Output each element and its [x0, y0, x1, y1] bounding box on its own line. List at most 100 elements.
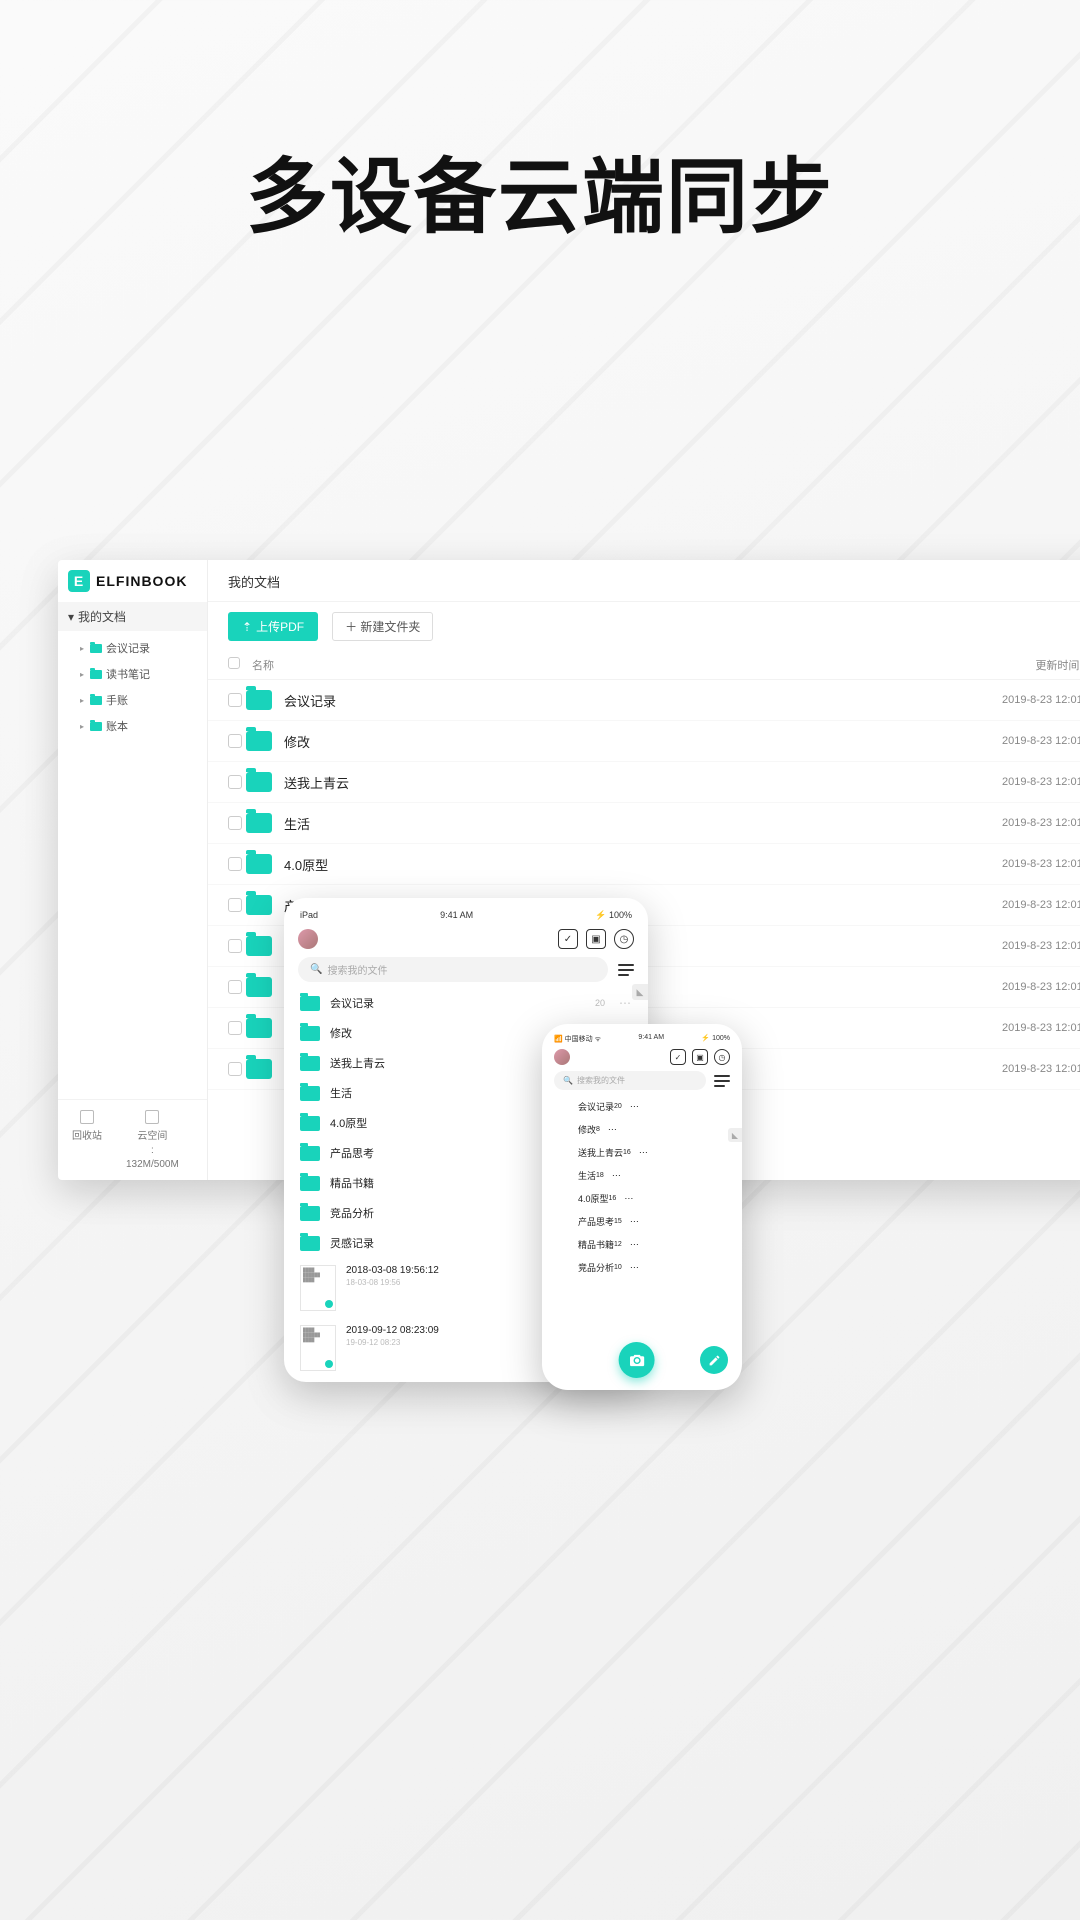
avatar[interactable] — [298, 929, 318, 949]
item-label: 产品思考 — [578, 1215, 614, 1228]
item-count: 18 — [596, 1172, 604, 1179]
trash-link[interactable]: 回收站 — [72, 1110, 102, 1170]
file-name: 会议记录 — [284, 691, 336, 710]
col-name-label[interactable]: 名称 — [252, 657, 948, 673]
new-folder-button[interactable]: ＋ 新建文件夹 — [332, 612, 433, 641]
item-label: 4.0原型 — [578, 1192, 609, 1205]
check-icon[interactable]: ✓ — [558, 929, 578, 949]
sidebar-tree-item[interactable]: 账本 — [62, 713, 203, 739]
row-checkbox[interactable] — [228, 1021, 242, 1035]
more-icon[interactable]: ⋯ — [630, 1239, 639, 1250]
folder-icon — [246, 854, 272, 874]
file-time: 2019-8-23 12:01:23 — [1002, 817, 1080, 829]
search-input[interactable]: 🔍 搜索我的文件 — [554, 1071, 706, 1090]
folder-icon — [300, 996, 320, 1011]
sidebar-tree-item[interactable]: 手账 — [62, 687, 203, 713]
item-count: 20 — [614, 1103, 622, 1110]
folder-icon — [246, 1018, 272, 1038]
avatar[interactable] — [554, 1049, 570, 1065]
clock-icon[interactable]: ◷ — [614, 929, 634, 949]
list-item[interactable]: 精品书籍12⋯ — [554, 1233, 730, 1256]
menu-icon[interactable] — [618, 964, 634, 976]
list-item[interactable]: 产品思考15⋯ — [554, 1210, 730, 1233]
row-checkbox[interactable] — [228, 857, 242, 871]
col-time-label[interactable]: 更新时间 ↓ — [948, 657, 1080, 673]
row-checkbox[interactable] — [228, 775, 242, 789]
more-icon[interactable]: ⋯ — [630, 1216, 639, 1227]
folder-icon — [555, 1101, 570, 1112]
item-label: 生活 — [578, 1169, 596, 1182]
item-label: 会议记录 — [330, 995, 374, 1011]
folder-icon — [300, 1236, 320, 1251]
add-icon[interactable]: ▣ — [692, 1049, 708, 1065]
camera-icon — [628, 1352, 645, 1369]
doc-thumbnail: ██████████████ — [300, 1325, 336, 1371]
more-icon[interactable]: ⋯ — [639, 1147, 648, 1158]
sidebar-footer: 回收站 云空间: 132M/500M — [58, 1099, 207, 1180]
more-icon[interactable]: ⋯ — [619, 996, 632, 1010]
trash-icon — [80, 1110, 94, 1124]
folder-icon — [555, 1239, 570, 1250]
brand-logo[interactable]: E ELFINBOOK — [58, 560, 207, 602]
row-checkbox[interactable] — [228, 734, 242, 748]
more-icon[interactable]: ⋯ — [612, 1170, 621, 1181]
breadcrumb: 我的文档 — [208, 560, 1080, 602]
select-all-checkbox[interactable] — [228, 657, 240, 669]
folder-icon — [300, 1026, 320, 1041]
row-checkbox[interactable] — [228, 693, 242, 707]
cloud-usage[interactable]: 云空间: 132M/500M — [126, 1110, 179, 1170]
row-checkbox[interactable] — [228, 1062, 242, 1076]
table-row[interactable]: 会议记录2019-8-23 12:01:23 — [208, 680, 1080, 721]
row-checkbox[interactable] — [228, 939, 242, 953]
file-time: 2019-8-23 12:01:23 — [1002, 776, 1080, 788]
list-item[interactable]: 修改8⋯ — [554, 1118, 730, 1141]
plus-icon: ＋ — [345, 620, 360, 634]
more-icon[interactable]: ⋯ — [624, 1193, 633, 1204]
item-count: 8 — [596, 1126, 600, 1133]
check-icon[interactable]: ✓ — [670, 1049, 686, 1065]
sidebar-root[interactable]: ▾我的文档 — [58, 602, 207, 631]
camera-fab[interactable] — [619, 1342, 655, 1378]
upload-pdf-button[interactable]: ⇡上传PDF — [228, 612, 318, 641]
clock-icon[interactable]: ◷ — [714, 1049, 730, 1065]
tag-flap-icon[interactable]: ◣ — [632, 984, 648, 1000]
search-input[interactable]: 🔍 搜索我的文件 — [298, 957, 608, 982]
table-row[interactable]: 修改2019-8-23 12:01:23 — [208, 721, 1080, 762]
item-label: 精品书籍 — [330, 1175, 374, 1191]
more-icon[interactable]: ⋯ — [630, 1262, 639, 1273]
row-checkbox[interactable] — [228, 898, 242, 912]
add-icon[interactable]: ▣ — [586, 929, 606, 949]
file-name: 生活 — [284, 814, 310, 833]
list-item[interactable]: 竞品分析10⋯ — [554, 1256, 730, 1279]
file-time: 2019-8-23 12:01:23 — [1002, 940, 1080, 952]
sidebar-tree-item[interactable]: 会议记录 — [62, 635, 203, 661]
more-icon[interactable]: ⋯ — [608, 1124, 617, 1135]
folder-icon — [90, 670, 102, 679]
item-count: 16 — [609, 1195, 617, 1202]
folder-icon — [555, 1262, 570, 1273]
table-row[interactable]: 4.0原型2019-8-23 12:01:23 — [208, 844, 1080, 885]
tag-flap-icon[interactable]: ◣ — [728, 1128, 742, 1142]
more-icon[interactable]: ⋯ — [630, 1101, 639, 1112]
item-label: 竞品分析 — [330, 1205, 374, 1221]
list-item[interactable]: 会议记录20⋯ — [554, 1095, 730, 1118]
list-item[interactable]: 送我上青云16⋯ — [554, 1141, 730, 1164]
tree-item-label: 会议记录 — [106, 640, 150, 656]
sidebar: E ELFINBOOK ▾我的文档 会议记录读书笔记手账账本 回收站 云空间: … — [58, 560, 208, 1180]
row-checkbox[interactable] — [228, 816, 242, 830]
sidebar-tree-item[interactable]: 读书笔记 — [62, 661, 203, 687]
table-row[interactable]: 生活 2019-8-23 12:01:23 — [208, 803, 1080, 844]
list-item[interactable]: 会议记录20⋯ — [298, 988, 634, 1018]
status-battery: ⚡ 100% — [701, 1034, 730, 1044]
folder-icon — [246, 895, 272, 915]
list-item[interactable]: 4.0原型16 ⋯ — [554, 1187, 730, 1210]
edit-fab[interactable] — [700, 1346, 728, 1374]
folder-icon — [555, 1216, 570, 1227]
menu-icon[interactable] — [714, 1075, 730, 1087]
list-item[interactable]: 生活18 ⋯ — [554, 1164, 730, 1187]
doc-subtitle: 18-03-08 19:56 — [346, 1278, 439, 1287]
status-time: 9:41 AM — [440, 910, 473, 921]
status-battery: ⚡ 100% — [595, 910, 632, 921]
row-checkbox[interactable] — [228, 980, 242, 994]
table-row[interactable]: 送我上青云2019-8-23 12:01:23 — [208, 762, 1080, 803]
